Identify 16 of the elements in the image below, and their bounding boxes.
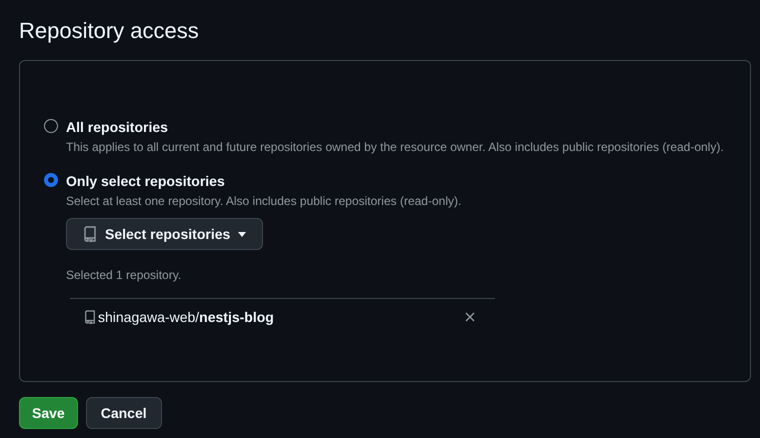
option-label[interactable]: All repositories bbox=[66, 117, 724, 137]
close-icon[interactable] bbox=[465, 312, 475, 322]
section-title: Repository access bbox=[19, 17, 200, 45]
radio-button[interactable] bbox=[44, 119, 58, 133]
repo-icon bbox=[83, 226, 97, 242]
option-description: Select at least one repository. Also includes public repositories (read-only). bbox=[66, 193, 462, 209]
repository-name: shinagawa-web/nestjs-blog bbox=[98, 309, 275, 325]
caret-icon bbox=[238, 232, 246, 236]
radio-button[interactable] bbox=[44, 173, 58, 187]
cancel-button[interactable]: Cancel bbox=[86, 397, 162, 429]
option-label[interactable]: Only select repositories bbox=[66, 171, 495, 191]
selection-summary: Selected 1 repository. bbox=[66, 268, 182, 282]
option-description: This applies to all current and future repositories owned by the resource owner. Also includes public repositories (read-only). bbox=[66, 139, 724, 155]
select-repositories-button[interactable]: Select repositories bbox=[66, 218, 264, 250]
repo-icon bbox=[84, 310, 96, 324]
save-button[interactable]: Save bbox=[19, 397, 78, 429]
